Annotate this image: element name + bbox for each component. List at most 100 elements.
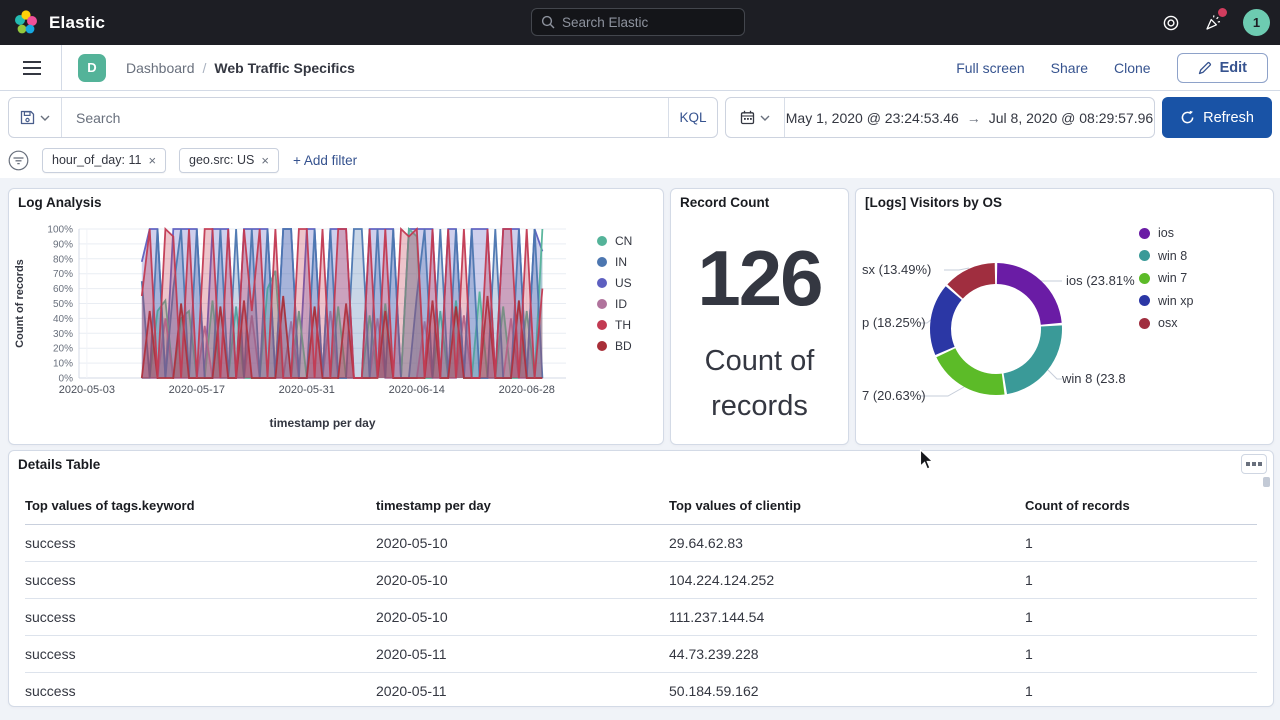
svg-text:50%: 50% — [53, 299, 73, 310]
user-avatar[interactable]: 1 — [1243, 9, 1270, 36]
donut-slice-win-8[interactable] — [1004, 325, 1062, 394]
legend-item-CN[interactable]: CN — [597, 230, 632, 251]
legend-item-BD[interactable]: BD — [597, 335, 632, 356]
global-search-placeholder: Search Elastic — [562, 15, 648, 30]
legend-dot-icon — [597, 320, 607, 330]
panel-title-record-count[interactable]: Record Count — [680, 195, 769, 210]
panel-title-details-table[interactable]: Details Table — [18, 457, 100, 472]
pencil-icon — [1198, 61, 1212, 75]
global-nav-bar: Elastic Search Elastic 1 — [0, 0, 1280, 45]
svg-text:0%: 0% — [59, 374, 74, 385]
date-picker-group: May 1, 2020 @ 23:24:53.46 → Jul 8, 2020 … — [725, 97, 1155, 138]
donut-callout-label: ios (23.81% — [1066, 273, 1135, 288]
panel-options-button[interactable] — [1241, 454, 1267, 474]
donut-slice-win-xp[interactable] — [930, 286, 962, 355]
svg-text:20%: 20% — [53, 344, 73, 355]
legend-item-IN[interactable]: IN — [597, 251, 632, 272]
table-cell: 1 — [1025, 599, 1257, 636]
table-cell: 104.224.124.252 — [669, 562, 1025, 599]
legend-label: win 7 — [1158, 271, 1187, 285]
donut-slice-osx[interactable] — [947, 263, 995, 299]
remove-filter-icon[interactable]: × — [148, 153, 156, 168]
donut-callout-label: sx (13.49%) — [862, 262, 931, 277]
search-input[interactable] — [62, 98, 668, 137]
table-column-header[interactable]: timestamp per day — [376, 489, 669, 525]
donut-slice-ios[interactable] — [997, 263, 1062, 325]
svg-text:Count of records: Count of records — [14, 259, 26, 348]
legend-dot-icon — [597, 257, 607, 267]
legend-dot-icon — [597, 341, 607, 351]
svg-text:timestamp per day: timestamp per day — [269, 416, 375, 430]
panel-log-analysis: Log Analysis 100%90%80%70%60%50%40%30%20… — [8, 188, 664, 445]
filter-pill-geo-src[interactable]: geo.src: US × — [179, 148, 279, 173]
legend-item-ios[interactable]: ios — [1139, 222, 1193, 245]
refresh-button[interactable]: Refresh — [1162, 97, 1272, 138]
table-column-header[interactable]: Top values of tags.keyword — [25, 489, 376, 525]
legend-dot-icon — [597, 278, 607, 288]
legend-item-ID[interactable]: ID — [597, 293, 632, 314]
svg-text:2020-06-14: 2020-06-14 — [389, 384, 445, 396]
legend-item-win-8[interactable]: win 8 — [1139, 245, 1193, 268]
legend-item-win-xp[interactable]: win xp — [1139, 290, 1193, 313]
svg-text:40%: 40% — [53, 314, 73, 325]
donut-callout-label: win 8 (23.8 — [1062, 371, 1126, 386]
legend-item-osx[interactable]: osx — [1139, 312, 1193, 335]
legend-label: win 8 — [1158, 249, 1187, 263]
newsfeed-button[interactable] — [1201, 11, 1225, 35]
legend-label: US — [615, 276, 632, 290]
filter-pill-label: hour_of_day: 11 — [52, 153, 141, 167]
breadcrumb: Dashboard / Web Traffic Specifics — [126, 60, 355, 76]
legend-dot-icon — [1139, 318, 1150, 329]
legend-item-US[interactable]: US — [597, 272, 632, 293]
legend-item-TH[interactable]: TH — [597, 314, 632, 335]
main-menu-button[interactable] — [17, 55, 47, 81]
kql-search-group: KQL — [8, 97, 718, 138]
date-range-end[interactable]: Jul 8, 2020 @ 08:29:57.96 — [989, 110, 1153, 126]
edit-button[interactable]: Edit — [1177, 53, 1268, 83]
table-cell: success — [25, 525, 376, 562]
help-icon — [1162, 14, 1180, 32]
table-cell: 44.73.239.228 — [669, 636, 1025, 673]
query-bar: KQL May 1, 2020 @ 23:24:53.46 → Jul 8, 2… — [0, 91, 1280, 178]
brand[interactable]: Elastic — [12, 9, 105, 36]
panel-visitors-by-os: [Logs] Visitors by OS ioswin 8win 7win x… — [855, 188, 1274, 445]
search-icon — [541, 15, 555, 29]
visitors-legend: ios win 8 win 7 win xposx — [1139, 222, 1193, 335]
svg-text:10%: 10% — [53, 359, 73, 370]
space-avatar[interactable]: D — [78, 54, 106, 82]
panel-title-log-analysis[interactable]: Log Analysis — [18, 195, 102, 210]
date-range-start[interactable]: May 1, 2020 @ 23:24:53.46 — [786, 110, 959, 126]
breadcrumb-dashboard-link[interactable]: Dashboard — [126, 60, 195, 76]
page-title: Web Traffic Specifics — [214, 60, 355, 76]
filter-options-button[interactable] — [8, 150, 29, 171]
dashboard-grid: Log Analysis 100%90%80%70%60%50%40%30%20… — [0, 178, 1280, 720]
add-filter-link[interactable]: + Add filter — [293, 153, 357, 168]
donut-callout-label: 7 (20.63%) — [862, 388, 926, 403]
panel-record-count: Record Count 126 Count of records — [670, 188, 849, 445]
log-analysis-area-chart[interactable]: 100%90%80%70%60%50%40%30%20%10%0%2020-05… — [9, 189, 589, 434]
svg-text:70%: 70% — [53, 269, 73, 280]
legend-dot-icon — [1139, 250, 1150, 261]
clone-link[interactable]: Clone — [1114, 60, 1151, 76]
kql-toggle-button[interactable]: KQL — [668, 98, 717, 137]
table-row: success2020-05-1150.184.59.1621 — [25, 673, 1257, 708]
table-cell: 2020-05-11 — [376, 636, 669, 673]
global-search-input[interactable]: Search Elastic — [531, 8, 745, 36]
full-screen-link[interactable]: Full screen — [956, 60, 1024, 76]
hamburger-icon — [23, 61, 41, 75]
donut-slice-win-7[interactable] — [936, 348, 1004, 395]
table-scrollbar-thumb[interactable] — [1263, 477, 1270, 487]
table-column-header[interactable]: Top values of clientip — [669, 489, 1025, 525]
legend-item-win-7[interactable]: win 7 — [1139, 267, 1193, 290]
remove-filter-icon[interactable]: × — [261, 153, 269, 168]
date-quick-menu-button[interactable] — [726, 98, 785, 137]
table-column-header[interactable]: Count of records — [1025, 489, 1257, 525]
help-button[interactable] — [1159, 11, 1183, 35]
legend-dot-icon — [597, 236, 607, 246]
legend-label: ID — [615, 297, 627, 311]
table-cell: 2020-05-11 — [376, 673, 669, 708]
table-cell: 2020-05-10 — [376, 562, 669, 599]
filter-pill-hour-of-day[interactable]: hour_of_day: 11 × — [42, 148, 166, 173]
saved-query-menu-button[interactable] — [9, 98, 62, 137]
share-link[interactable]: Share — [1051, 60, 1088, 76]
